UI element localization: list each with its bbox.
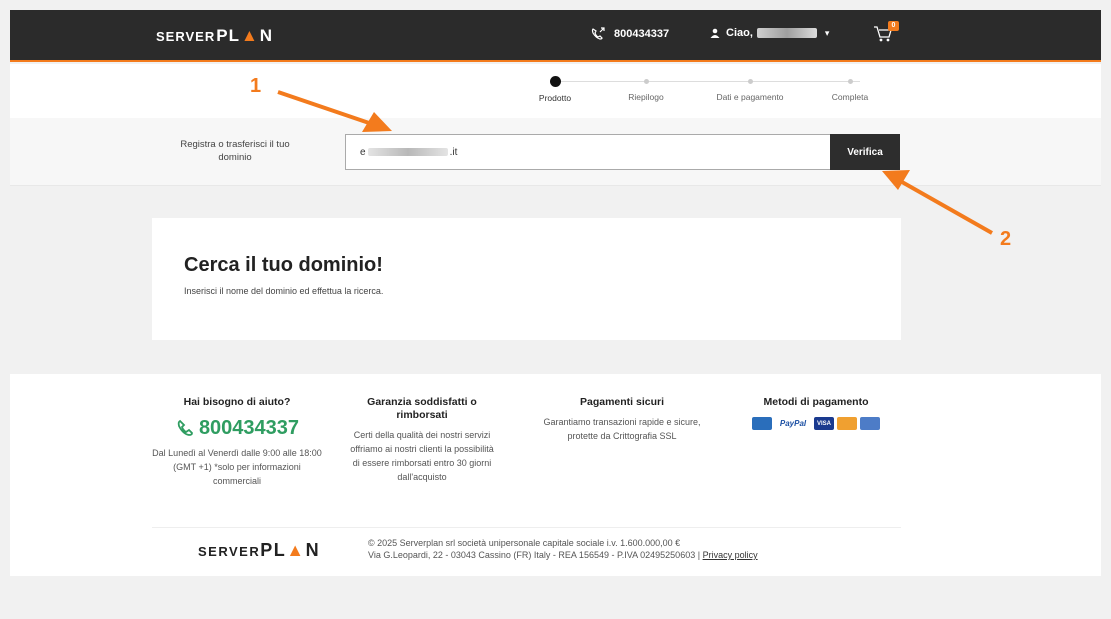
annotation-label-1: 1	[250, 75, 262, 97]
annotation-label-2: 2	[1000, 228, 1012, 250]
arrow-head-2-icon	[882, 170, 910, 190]
annotation-arrow-1	[277, 90, 373, 126]
annotation-arrows	[277, 90, 993, 235]
annotation-arrow-2	[901, 180, 993, 235]
